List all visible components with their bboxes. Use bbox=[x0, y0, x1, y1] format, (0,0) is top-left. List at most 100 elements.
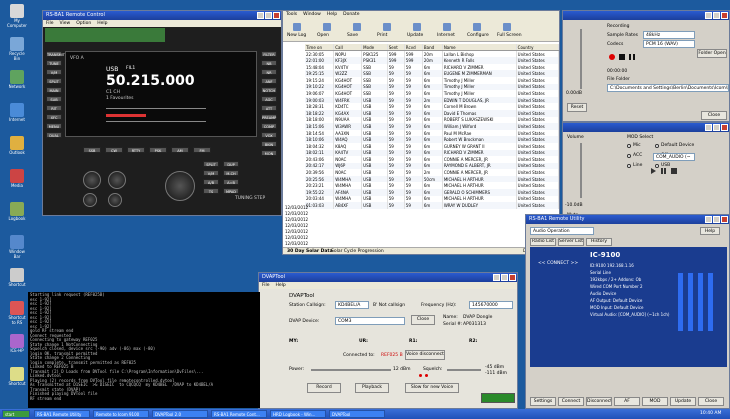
stop-button[interactable] bbox=[619, 54, 625, 60]
menu-item[interactable]: Help bbox=[276, 283, 286, 288]
voice-disconnect-button[interactable]: Voice disconnect bbox=[405, 350, 445, 360]
mode-key[interactable]: RTTY bbox=[127, 147, 145, 153]
function-key[interactable]: TS bbox=[203, 188, 219, 194]
mode-key[interactable]: CW bbox=[105, 147, 123, 153]
radio-key-left[interactable]: V/M bbox=[46, 69, 62, 75]
column-header[interactable]: Name bbox=[442, 44, 517, 52]
radio-option-dot[interactable] bbox=[627, 164, 631, 168]
footer-tab-solar[interactable]: 30 Day Solar Data bbox=[287, 249, 333, 254]
toolbar-button[interactable]: Update bbox=[407, 33, 423, 38]
desktop-icon[interactable]: Outlook bbox=[6, 136, 28, 166]
toolbar-button[interactable]: New Log bbox=[287, 33, 306, 38]
table-row[interactable]: 19:10:22 KG4HOT SSB 59 59 6m Timothy J Miller U… bbox=[305, 83, 559, 91]
table-row[interactable]: 18:04:32 K8AQ USB 59 59 6m GURNEY W GRANT II Un… bbox=[305, 142, 559, 150]
maximize-icon[interactable] bbox=[713, 216, 720, 223]
radio-key-left[interactable]: TRANSMIT bbox=[46, 51, 65, 57]
table-row[interactable]: 19:00:03 W4FRK USB 59 59 2m EDWIN T DOUGLAS, J… bbox=[305, 96, 559, 104]
table-row[interactable]: 19:25:15 W2ZZ SSB 59 59 6m EUGENE M ZIMMERMAN U… bbox=[305, 70, 559, 77]
table-row[interactable]: 20:42:17 WJ6P USB 59 59 6m RAYMOND E ALBERT, J… bbox=[305, 162, 559, 170]
slow-voice-button[interactable]: Slow for new Voice bbox=[405, 383, 459, 393]
squelch-knob[interactable] bbox=[83, 193, 97, 207]
taskbar-item[interactable]: DVAPTool 2.0 bbox=[152, 410, 208, 418]
frequency-field[interactable]: 145670000 bbox=[469, 301, 513, 309]
dvap-device-field[interactable]: COM3 bbox=[335, 317, 405, 325]
toolbar-button[interactable]: Internet bbox=[437, 33, 455, 38]
radio-key-right[interactable]: VOX bbox=[261, 132, 277, 138]
taskbar-item[interactable]: HRD Logbook - Win... bbox=[270, 410, 326, 418]
recorder-level-slider[interactable] bbox=[580, 29, 582, 89]
main-dial[interactable] bbox=[165, 171, 195, 201]
desktop-icon[interactable]: Logbook bbox=[6, 202, 28, 232]
table-row[interactable]: 18:15:06 W3AWR USB 59 59 6m William J Wilford U… bbox=[305, 123, 559, 130]
menu-item[interactable]: Help bbox=[327, 12, 337, 17]
desktop-icon[interactable]: My Computer bbox=[6, 4, 28, 34]
function-key[interactable]: A=B bbox=[223, 179, 239, 185]
desktop-icon[interactable]: Shortcut bbox=[6, 268, 28, 298]
menu-item[interactable]: Help bbox=[97, 21, 107, 26]
station-callsign-field[interactable]: KD4BEL/A bbox=[335, 301, 369, 309]
toolbar-button[interactable]: Open bbox=[317, 33, 329, 38]
desktop-icon[interactable]: Shortcut bbox=[6, 367, 28, 397]
folder-open-button[interactable]: Folder Open bbox=[697, 49, 727, 58]
minimize-icon[interactable] bbox=[705, 124, 712, 131]
column-header[interactable]: Rcvd bbox=[404, 44, 423, 52]
radio-key-left[interactable]: TUNE bbox=[46, 60, 62, 66]
dvap-close-button[interactable]: Close bbox=[411, 315, 435, 325]
minimize-icon[interactable] bbox=[257, 12, 264, 19]
close-icon[interactable] bbox=[273, 12, 280, 19]
toolbar-button[interactable]: Full Screen bbox=[497, 33, 522, 38]
rf-knob[interactable] bbox=[108, 171, 126, 189]
desktop-icon[interactable]: ICE-HP bbox=[6, 334, 28, 364]
console-log[interactable]: Starting link request (REF025B) esc 1-92]… bbox=[28, 292, 260, 408]
radio-option-dot[interactable] bbox=[627, 154, 631, 158]
radio-key-left[interactable]: SPLIT bbox=[46, 78, 62, 84]
utility-button[interactable]: MOD bbox=[642, 397, 668, 406]
pause-icon[interactable] bbox=[661, 168, 666, 174]
remote-control-title-bar[interactable]: RS-BA1 Remote Control bbox=[43, 11, 281, 20]
record-button[interactable]: Record bbox=[307, 383, 341, 393]
radio-key-right[interactable]: NR bbox=[261, 69, 277, 75]
radio-key-left[interactable]: MAIN bbox=[46, 87, 62, 93]
sample-rate-select[interactable]: 48kHz bbox=[643, 31, 695, 39]
radio-key-right[interactable]: FILTER bbox=[261, 51, 277, 57]
function-key[interactable]: MPAD bbox=[223, 188, 239, 194]
table-row[interactable]: 19:15:24 KG4HOT SSB 59 59 6m Timothy J Miller U… bbox=[305, 76, 559, 84]
toolbar-button[interactable]: Configure bbox=[467, 33, 489, 38]
mixer-title-bar[interactable] bbox=[563, 123, 729, 132]
radio-key-right[interactable]: PREAMP bbox=[261, 114, 277, 120]
playback-button[interactable]: Playback bbox=[355, 383, 389, 393]
dvap-title-bar[interactable]: DVAPTool bbox=[259, 273, 517, 282]
radio-key-left[interactable]: XFC bbox=[46, 114, 62, 120]
radio-key-right[interactable]: NOTCH bbox=[261, 87, 277, 93]
mode-key[interactable]: FM bbox=[193, 147, 211, 153]
radio-key-right[interactable]: MON bbox=[261, 150, 277, 156]
utility-help-button[interactable]: Help bbox=[700, 227, 720, 235]
af-knob[interactable] bbox=[83, 171, 101, 189]
menu-item[interactable]: Donate bbox=[343, 12, 359, 17]
reset-button[interactable]: Reset bbox=[567, 103, 587, 112]
desktop-icon[interactable]: Recycle Bin bbox=[6, 37, 28, 67]
utility-button[interactable]: Update bbox=[670, 397, 696, 406]
close-icon[interactable] bbox=[721, 216, 728, 223]
start-button[interactable]: start bbox=[2, 410, 30, 418]
table-row[interactable]: 20:43:06 N0AC USB 59 59 6m CONNIE A MERCER, JR… bbox=[305, 156, 559, 163]
toolbar-button[interactable]: Save bbox=[347, 33, 358, 38]
column-header[interactable]: Time on bbox=[305, 44, 335, 52]
maximize-icon[interactable] bbox=[713, 124, 720, 131]
radio-key-right[interactable]: ATT bbox=[261, 105, 277, 111]
function-key[interactable]: M-CH bbox=[223, 170, 239, 176]
table-row[interactable]: 18:28:31 KD4TC USB 59 59 6m Cornell M Brown Uni… bbox=[305, 103, 559, 110]
radio-option-dot[interactable] bbox=[627, 144, 631, 148]
menu-item[interactable]: Tools bbox=[286, 12, 297, 17]
minimize-icon[interactable] bbox=[493, 274, 500, 281]
mode-key[interactable]: SSB bbox=[83, 147, 101, 153]
desktop-icon[interactable]: Media bbox=[6, 169, 28, 199]
function-key[interactable]: DUP bbox=[223, 161, 239, 167]
menu-item[interactable]: File bbox=[262, 283, 270, 288]
table-row[interactable]: 19:55:22 AF4NA USB 59 59 6m GERALD O SCHIMMERS… bbox=[305, 189, 559, 196]
function-key[interactable]: A/B bbox=[203, 179, 219, 185]
desktop-icon[interactable]: Shortcut to RS bbox=[6, 301, 28, 331]
device-select[interactable]: COM_AUDIO (~ bbox=[653, 153, 695, 161]
toolbar-button[interactable]: Print bbox=[377, 33, 387, 38]
pause-button[interactable] bbox=[629, 54, 635, 60]
